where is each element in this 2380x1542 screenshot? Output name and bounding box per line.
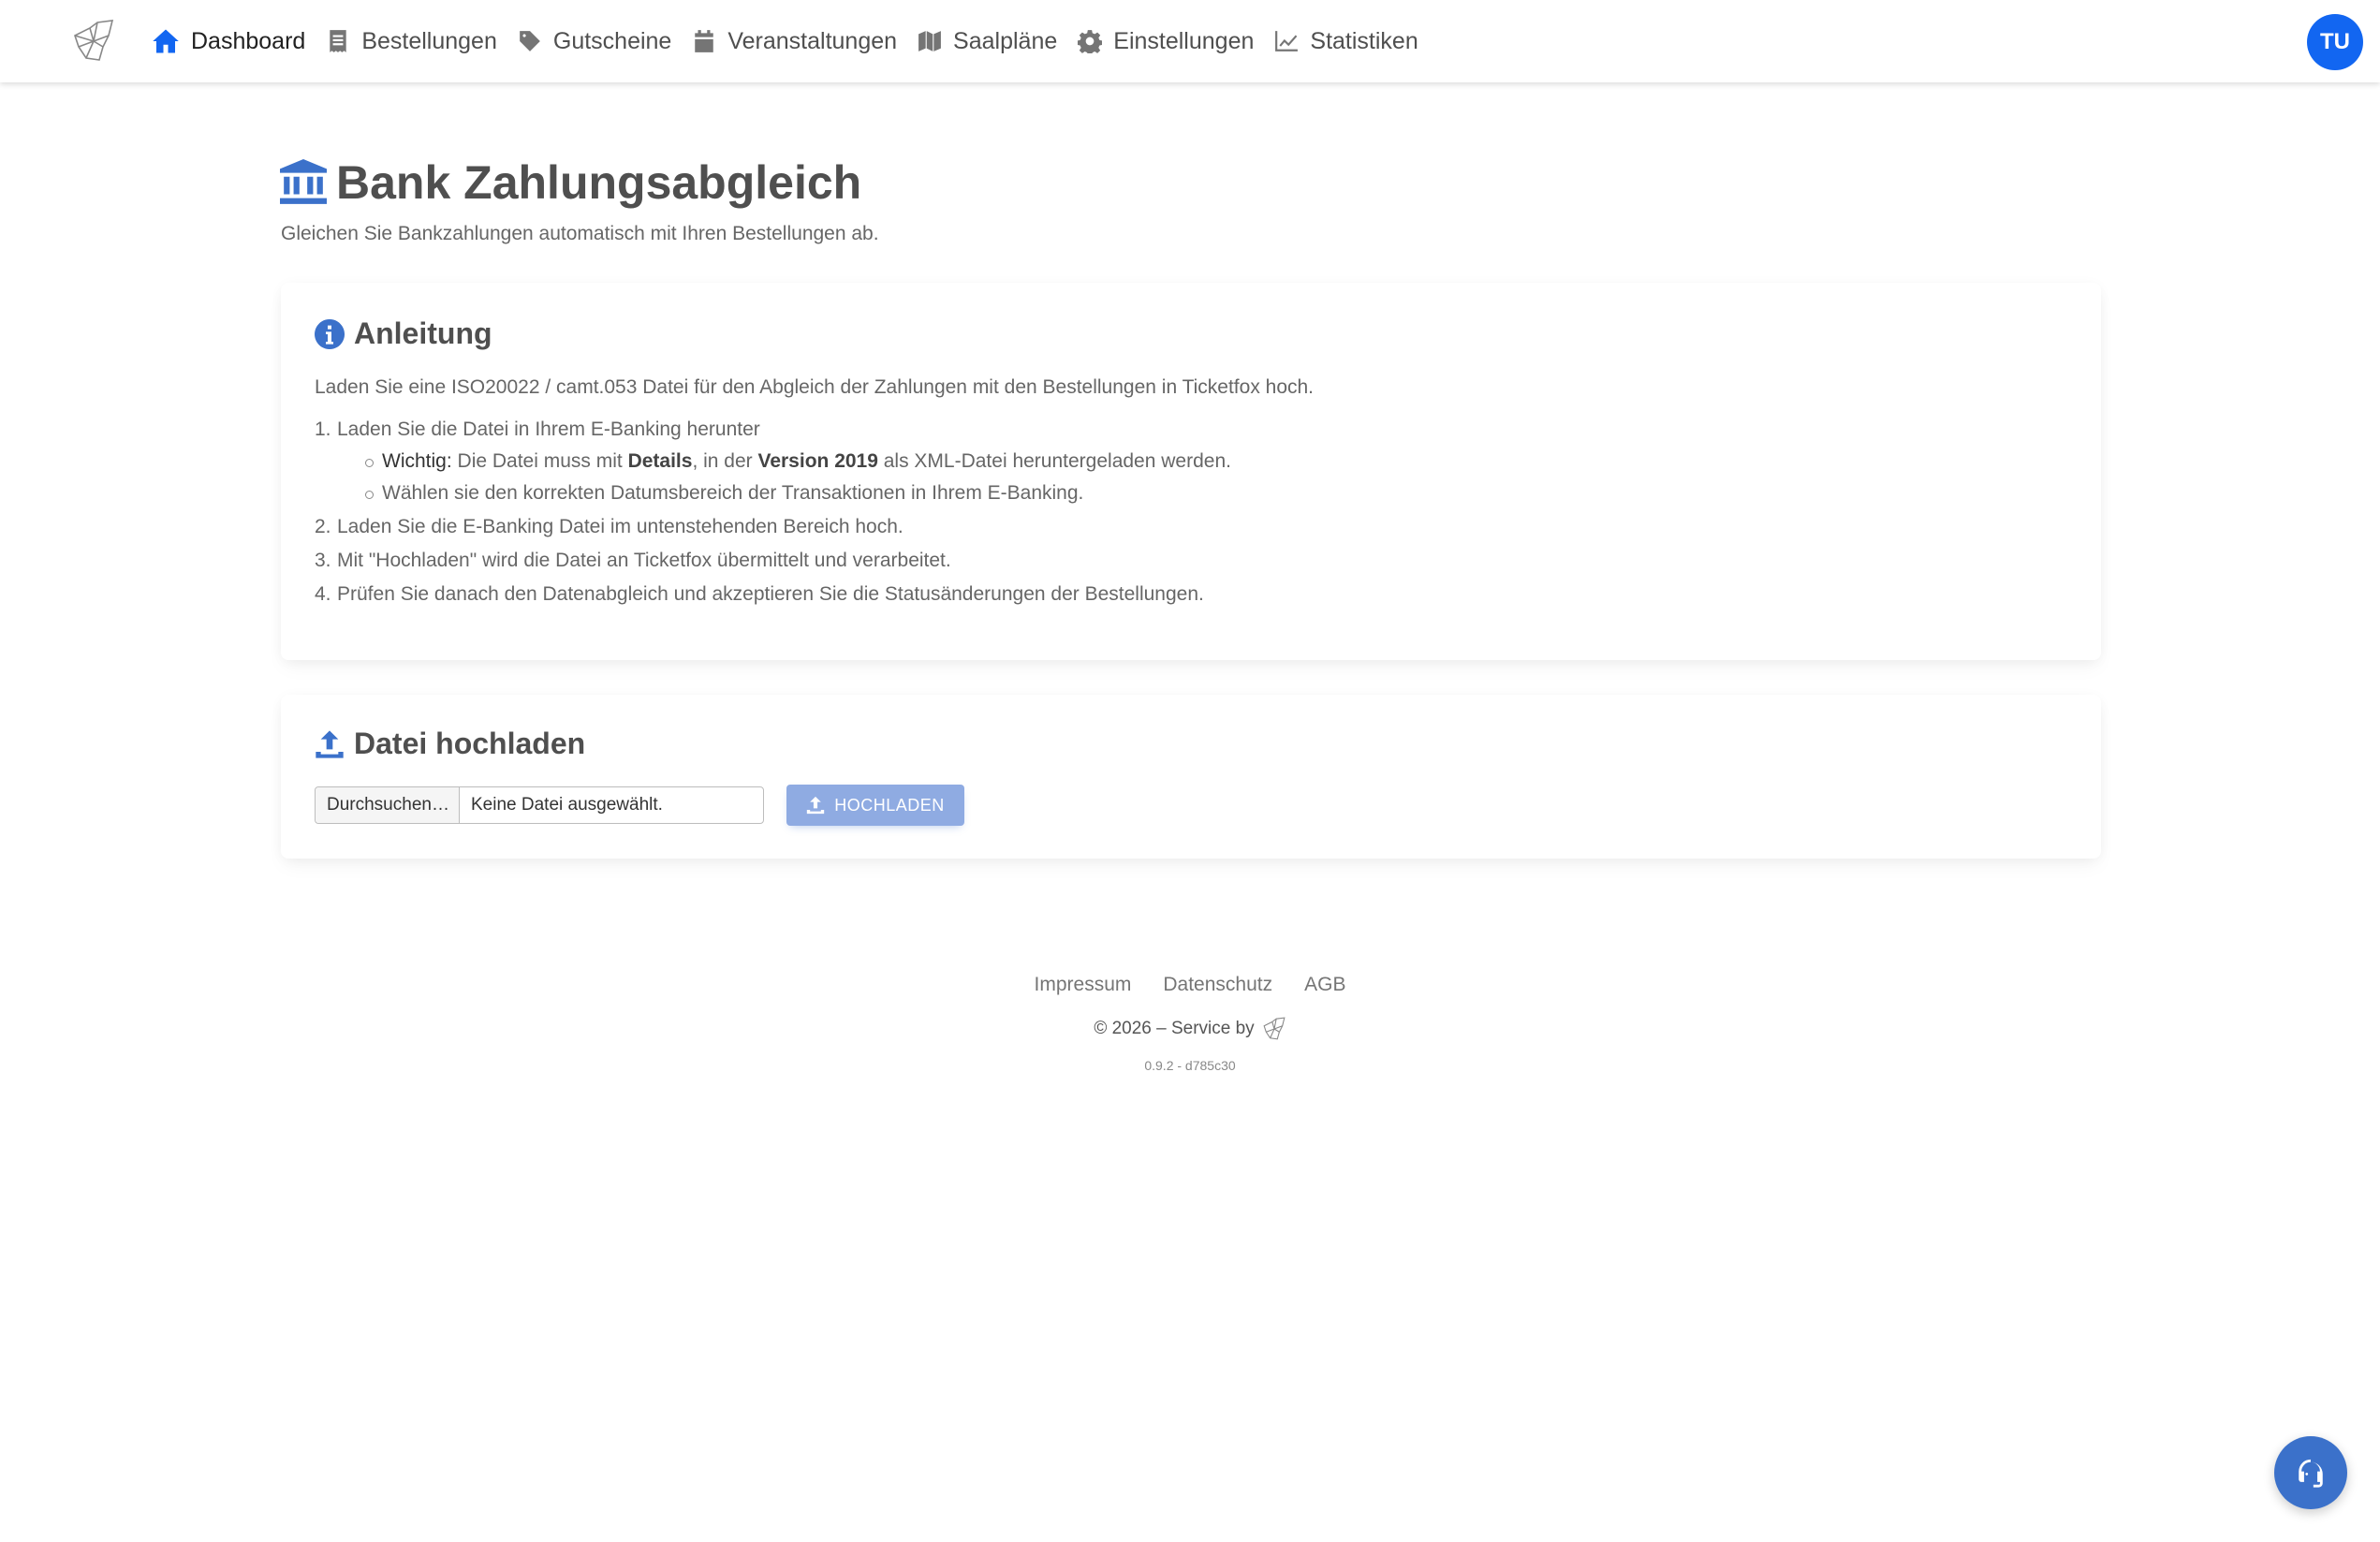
list-item: Wichtig: Die Datei muss mit Details, in … [365,450,1231,473]
step-4-text: Prüfen Sie danach den Datenabgleich und … [337,583,1204,605]
browse-button[interactable]: Durchsuchen… [316,787,460,823]
sub-bold: Version 2019 [757,450,878,472]
nav-item-label: Dashboard [191,27,306,54]
upload-title: Datei hochladen [315,727,585,761]
sub-text: Wählen sie den korrekten Datumsbereich d… [382,482,1084,504]
footer-link-datenschutz[interactable]: Datenschutz [1163,974,1272,996]
instructions-intro: Laden Sie eine ISO20022 / camt.053 Datei… [315,376,1315,398]
nav-item-statistiken[interactable]: Statistiken [1274,0,1418,82]
nav-item-label: Gutscheine [552,27,672,54]
list-item: 2. Laden Sie die E-Banking Datei im unten… [315,516,904,537]
step-1-sublist: Wichtig: Die Datei muss mit Details, in … [365,450,1231,505]
step-2-text: Laden Sie die E-Banking Datei im untenst… [337,516,904,537]
info-circle-icon [315,318,345,349]
map-icon [918,31,941,51]
version-label: 0.9.2 - d785c30 [1144,1058,1236,1073]
instructions-title: Anleitung [315,316,492,351]
list-item: Wählen sie den korrekten Datumsbereich d… [365,482,1231,505]
chart-line-icon [1275,31,1299,51]
receipt-icon [330,30,346,52]
file-status: Keine Datei ausgewählt. [471,795,663,815]
footer-links: Impressum Datenschutz AGB [0,974,2380,996]
home-icon [153,29,179,53]
nav-item-label: Statistiken [1310,27,1418,54]
footer-link-impressum[interactable]: Impressum [1035,974,1132,996]
top-navbar: Dashboard Bestellungen Gutscheine Verans… [0,0,2380,82]
nav-item-label: Bestellungen [361,27,497,54]
footer-link-agb[interactable]: AGB [1304,974,1345,996]
upload-title-text: Datei hochladen [354,727,586,760]
nav-item-bestellungen[interactable]: Bestellungen [326,0,497,82]
instructions-steps: 1. Laden Sie die Datei in Ihrem E-Banking… [315,419,1231,617]
nav-item-veranstaltungen[interactable]: Veranstaltungen [692,0,897,82]
nav-item-dashboard[interactable]: Dashboard [152,0,305,82]
step-3-text: Mit "Hochladen" wird die Datei an Ticket… [337,550,951,571]
calendar-icon [695,30,714,52]
copyright-text: © 2026 – Service by [1094,1019,1255,1038]
ticketfox-logo-icon[interactable] [71,19,116,64]
nav-item-label: Veranstaltungen [727,27,898,54]
sub-bold: Details [627,450,693,472]
instructions-title-text: Anleitung [354,316,492,350]
nav-item-gutscheine[interactable]: Gutscheine [518,0,671,82]
instructions-card: Anleitung Laden Sie eine ISO20022 / camt… [281,283,2101,660]
user-avatar[interactable]: TU [2307,14,2363,70]
file-input[interactable]: Durchsuchen… Keine Datei ausgewählt. [315,786,764,824]
nav-item-saalplaene[interactable]: Saalpläne [918,0,1057,82]
nav-item-label: Einstellungen [1113,27,1255,54]
bank-icon [280,159,327,204]
upload-button[interactable]: HOCHLADEN [786,785,964,826]
gear-icon [1078,30,1103,53]
upload-icon [807,796,825,815]
nav-item-label: Saalpläne [953,27,1058,54]
list-item: 1. Laden Sie die Datei in Ihrem E-Banking… [315,419,1231,505]
list-item: 4. Prüfen Sie danach den Datenabgleich un… [315,583,1204,605]
nav-item-einstellungen[interactable]: Einstellungen [1078,0,1254,82]
upload-icon [316,729,344,758]
page-title: Bank Zahlungsabgleich [280,155,861,210]
ticketfox-logo-icon[interactable] [1262,1017,1286,1041]
step-1-text: Laden Sie die Datei in Ihrem E-Banking h… [337,419,760,440]
sub-text: als XML-Datei heruntergeladen werden. [877,450,1231,472]
page-subtitle: Gleichen Sie Bankzahlungen automatisch m… [281,223,879,244]
tag-icon [520,31,540,51]
sub-text: , in der [692,450,758,472]
upload-card: Datei hochladen Durchsuchen… Keine Datei… [281,695,2101,859]
support-chat-button[interactable] [2274,1436,2347,1509]
copyright: © 2026 – Service by [0,1017,2380,1041]
important-label: Wichtig: [382,450,452,472]
headset-icon [2299,1459,2323,1488]
list-item: 3. Mit "Hochladen" wird die Datei an Tick… [315,550,951,571]
sub-text: Die Datei muss mit [451,450,628,472]
upload-button-label: HOCHLADEN [834,795,945,815]
page-title-text: Bank Zahlungsabgleich [336,156,862,209]
